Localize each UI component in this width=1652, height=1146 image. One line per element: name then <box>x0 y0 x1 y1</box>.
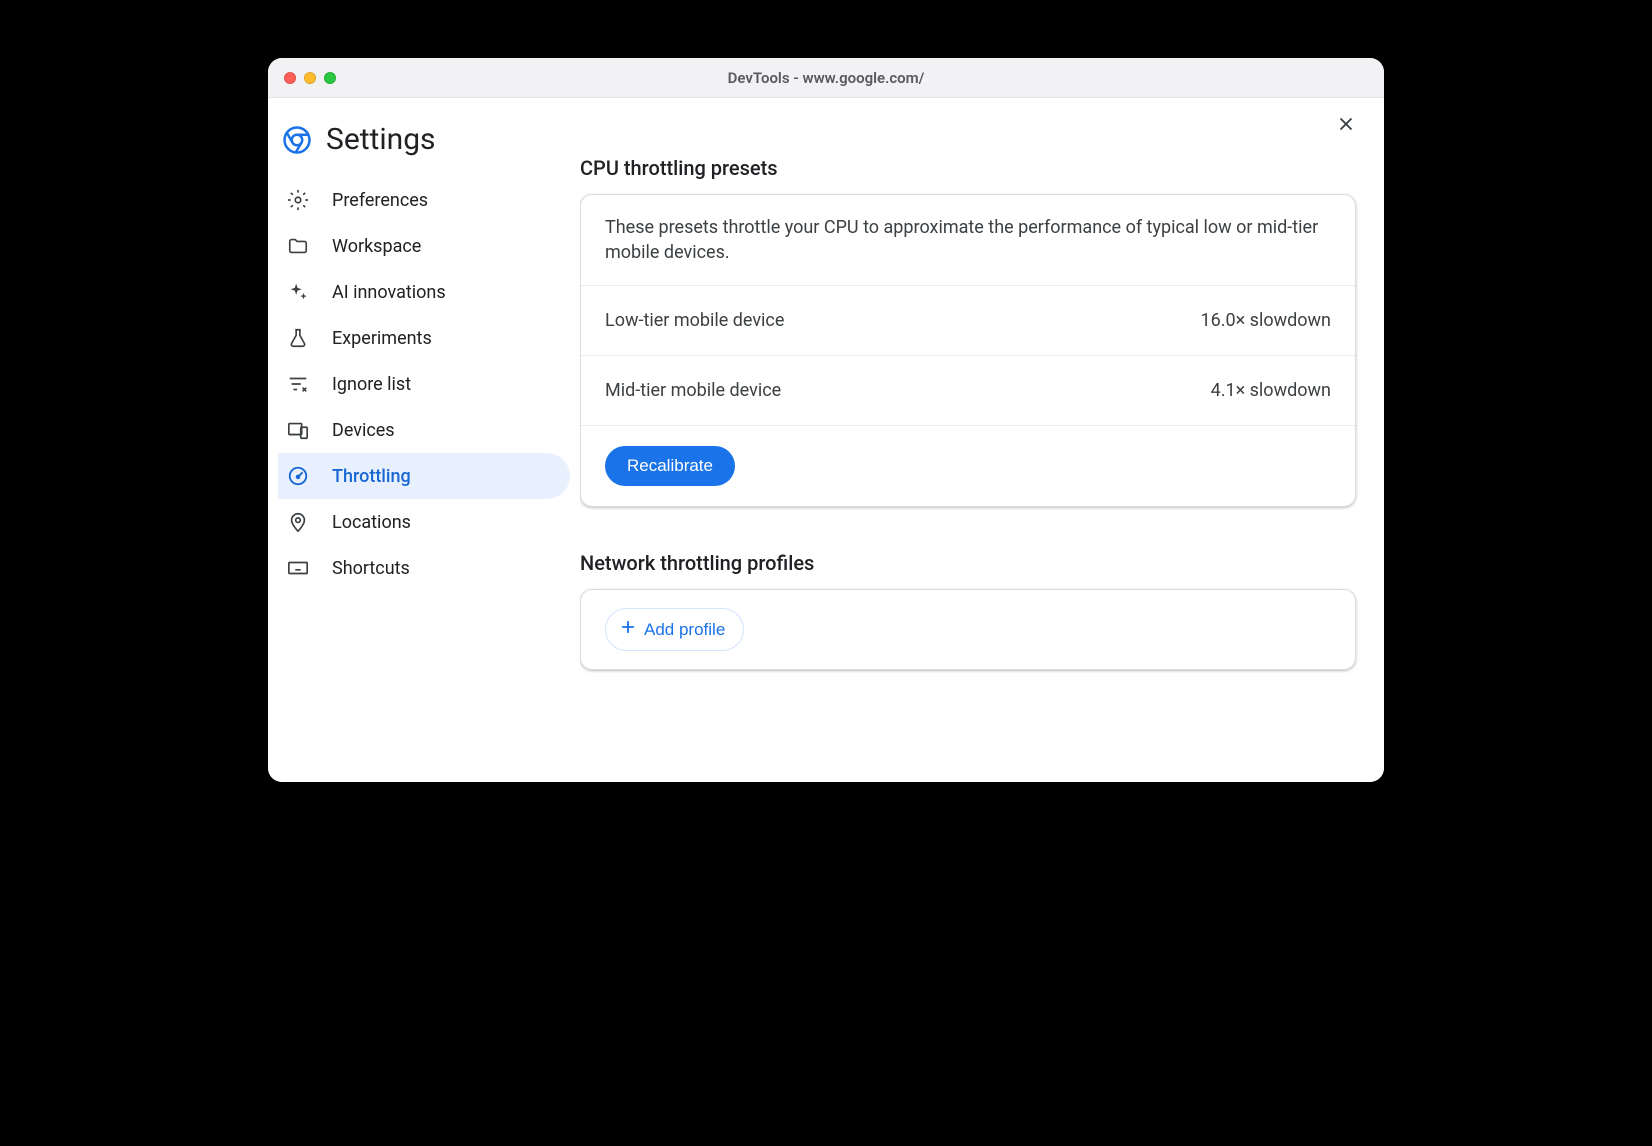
sidebar-item-shortcuts[interactable]: Shortcuts <box>278 545 570 591</box>
add-profile-button[interactable]: Add profile <box>605 608 744 651</box>
sidebar-item-label: Experiments <box>332 328 432 349</box>
sidebar-item-label: Shortcuts <box>332 558 410 579</box>
sidebar-item-label: Devices <box>332 420 395 441</box>
network-throttling-section: Network throttling profiles Add profile <box>580 551 1356 670</box>
devtools-window: DevTools - www.google.com/ Settings <box>268 58 1384 782</box>
sidebar-item-label: Ignore list <box>332 374 411 395</box>
sidebar-item-label: Preferences <box>332 190 428 211</box>
cpu-section-title: CPU throttling presets <box>580 156 1356 180</box>
cpu-preset-row: Low-tier mobile device 16.0× slowdown <box>581 285 1355 355</box>
location-icon <box>286 510 310 534</box>
minimize-window-button[interactable] <box>304 72 316 84</box>
content: Settings Preferences <box>268 98 1384 782</box>
gauge-icon <box>286 464 310 488</box>
sidebar-item-label: Throttling <box>332 466 411 487</box>
sidebar: Settings Preferences <box>268 98 580 782</box>
sidebar-item-throttling[interactable]: Throttling <box>278 453 570 499</box>
keyboard-icon <box>286 556 310 580</box>
sidebar-item-workspace[interactable]: Workspace <box>278 223 570 269</box>
cpu-presets-card: These presets throttle your CPU to appro… <box>580 194 1356 507</box>
network-section-title: Network throttling profiles <box>580 551 1356 575</box>
flask-icon <box>286 326 310 350</box>
window-title: DevTools - www.google.com/ <box>268 69 1384 87</box>
preset-label: Mid-tier mobile device <box>605 380 781 401</box>
sidebar-item-locations[interactable]: Locations <box>278 499 570 545</box>
gear-icon <box>286 188 310 212</box>
filter-x-icon <box>286 372 310 396</box>
close-window-button[interactable] <box>284 72 296 84</box>
cpu-preset-row: Mid-tier mobile device 4.1× slowdown <box>581 355 1355 425</box>
titlebar: DevTools - www.google.com/ <box>268 58 1384 98</box>
sidebar-item-label: Workspace <box>332 236 421 257</box>
sidebar-item-experiments[interactable]: Experiments <box>278 315 570 361</box>
recalibrate-button[interactable]: Recalibrate <box>605 446 735 486</box>
traffic-lights <box>284 72 336 84</box>
sidebar-header: Settings <box>278 118 570 177</box>
cpu-throttling-section: CPU throttling presets These presets thr… <box>580 156 1356 507</box>
maximize-window-button[interactable] <box>324 72 336 84</box>
plus-icon <box>618 617 638 642</box>
sidebar-item-ai-innovations[interactable]: AI innovations <box>278 269 570 315</box>
network-profiles-card: Add profile <box>580 589 1356 670</box>
main-panel: CPU throttling presets These presets thr… <box>580 98 1384 782</box>
settings-title: Settings <box>326 122 436 157</box>
sidebar-item-label: AI innovations <box>332 282 446 303</box>
preset-label: Low-tier mobile device <box>605 310 784 331</box>
sidebar-item-label: Locations <box>332 512 411 533</box>
sidebar-item-devices[interactable]: Devices <box>278 407 570 453</box>
add-profile-label: Add profile <box>644 620 725 640</box>
sidebar-nav: Preferences Workspace <box>278 177 570 591</box>
preset-value: 16.0× slowdown <box>1200 310 1331 331</box>
close-settings-button[interactable] <box>1330 108 1362 140</box>
sparkle-icon <box>286 280 310 304</box>
cpu-presets-description: These presets throttle your CPU to appro… <box>581 195 1355 285</box>
sidebar-item-preferences[interactable]: Preferences <box>278 177 570 223</box>
devices-icon <box>286 418 310 442</box>
sidebar-item-ignore-list[interactable]: Ignore list <box>278 361 570 407</box>
chrome-icon <box>282 125 312 155</box>
preset-value: 4.1× slowdown <box>1211 380 1331 401</box>
cpu-action-row: Recalibrate <box>581 425 1355 506</box>
folder-icon <box>286 234 310 258</box>
